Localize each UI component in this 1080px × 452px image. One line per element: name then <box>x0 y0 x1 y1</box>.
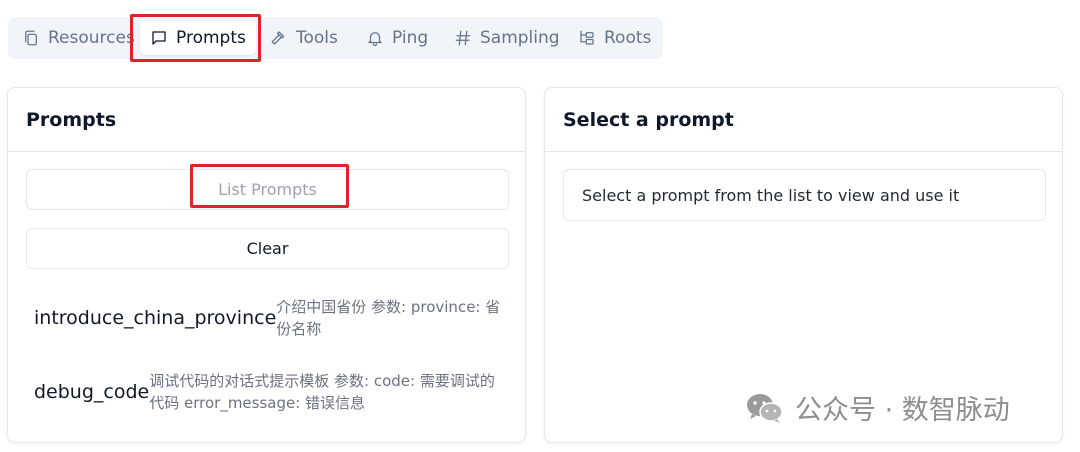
watermark-text: 公众号 · 数智脉动 <box>795 395 1010 426</box>
files-icon <box>25 30 37 46</box>
prompt-description: 调试代码的对话式提示模板 参数: code: 需要调试的代码 error_mes… <box>149 372 495 412</box>
tab-ping[interactable]: Ping <box>356 21 438 55</box>
list-prompts-button[interactable]: List Prompts <box>26 169 509 210</box>
message-square-icon <box>152 31 166 45</box>
tab-label: Roots <box>604 28 652 48</box>
tab-sampling[interactable]: Sampling <box>444 21 570 55</box>
tab-tools[interactable]: Tools <box>260 21 348 55</box>
tab-roots[interactable]: Roots <box>568 21 661 55</box>
hammer-icon <box>271 31 285 45</box>
folder-tree-icon <box>580 30 594 45</box>
tab-prompts[interactable]: Prompts <box>140 21 256 55</box>
tab-bar: Resources Prompts Tools Ping Sampling Ro… <box>8 17 663 59</box>
tab-label: Tools <box>296 28 338 48</box>
prompts-panel: Prompts List Prompts Clear introduce_chi… <box>7 87 526 443</box>
prompt-name: debug_code <box>34 381 150 403</box>
list-item[interactable]: debug_code 调试代码的对话式提示模板 参数: code: 需要调试的代… <box>34 370 501 414</box>
prompt-detail-placeholder: Select a prompt from the list to view an… <box>563 169 1046 221</box>
tab-label: Ping <box>392 28 429 48</box>
tab-label: Resources <box>48 28 135 48</box>
watermark: 公众号 · 数智脉动 <box>745 388 1010 427</box>
wechat-icon <box>747 393 783 423</box>
bell-icon <box>368 32 382 47</box>
tab-resources[interactable]: Resources <box>12 21 145 55</box>
tab-label: Prompts <box>176 28 246 48</box>
clear-button[interactable]: Clear <box>26 228 509 269</box>
tab-label: Sampling <box>480 28 560 48</box>
prompt-description: 介绍中国省份 参数: province: 省份名称 <box>276 298 501 338</box>
prompts-panel-title: Prompts <box>8 88 525 152</box>
list-item[interactable]: introduce_china_province 介绍中国省份 参数: prov… <box>34 296 514 340</box>
hash-icon <box>455 30 471 46</box>
prompt-name: introduce_china_province <box>34 307 277 329</box>
prompt-detail-title: Select a prompt <box>545 88 1062 152</box>
